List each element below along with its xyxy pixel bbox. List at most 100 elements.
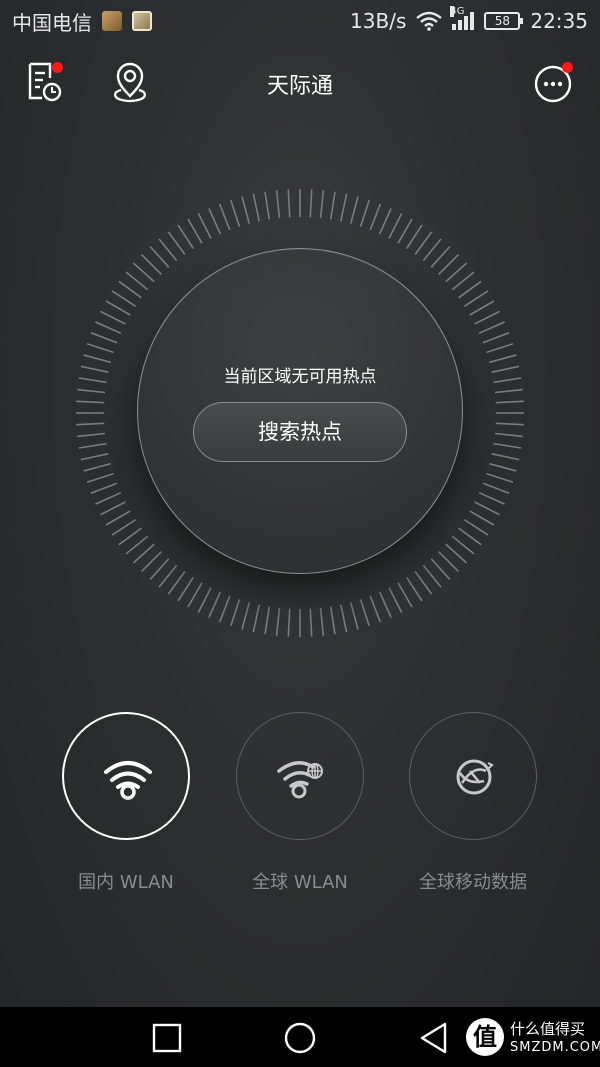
dial-tick [80,365,109,373]
clock: 22:35 [530,9,588,33]
dial-tick [422,238,442,262]
dial-tick [489,354,517,364]
dial-tick [482,482,510,495]
notification-gallery-icon [132,11,152,31]
dial-tick [340,193,348,222]
dial-tick [319,607,325,636]
mode-label-domestic-wlan: 国内 WLAN [78,872,174,893]
dial-tick [388,587,403,613]
battery-level: 58 [494,14,510,28]
dial-tick [218,203,231,231]
dial-tick [414,231,433,255]
network-speed: 13B/s [350,9,407,33]
dial-tick [430,245,451,268]
dial-tick [491,365,520,373]
dial-tick [95,321,122,335]
dial-tick [118,280,142,299]
dial-tick [438,254,459,275]
dial-tick [422,564,442,588]
dial-tick [264,191,271,220]
watermark-line2: SMZDM.COM [510,1040,600,1055]
dial-tick [141,254,162,275]
dial-tick [493,442,522,449]
dial-tick [241,196,251,224]
dial-tick [494,388,523,394]
page-title: 天际通 [266,74,333,99]
dial-tick [100,310,126,325]
dial-tick [445,543,468,564]
globe-data-icon [456,759,494,795]
dial-tick [463,519,489,536]
home-circle-icon[interactable] [283,1021,317,1055]
dial-tick [158,564,178,588]
dial-tick [252,604,260,633]
dial-tick [478,321,505,335]
more-badge [562,62,573,73]
dial-tick [491,453,520,461]
dial-tick [469,300,495,316]
back-triangle-icon[interactable] [417,1021,451,1055]
dial-tick [100,501,126,516]
dial-tick [132,262,155,283]
dial-tick [275,190,281,219]
mode-global-wlan[interactable] [236,712,364,840]
dial-tick [105,300,131,316]
dial-tick [378,591,392,618]
dial-tick [252,193,260,222]
dial-tick [241,602,251,630]
dial-tick [230,599,241,627]
dial-tick [287,189,291,218]
dial-tick [438,551,459,572]
dial-tick [359,599,370,627]
global-wifi-icon [277,761,323,799]
search-hotspot-button[interactable]: 搜索热点 [193,402,407,462]
status-right: 13B/s 4G 58 22:35 [350,6,588,33]
mode-global-mobile-data[interactable] [409,712,537,840]
dial-tick [430,558,451,581]
dial-tick [329,191,336,220]
dial-tick [309,608,313,637]
more-button[interactable] [532,60,576,104]
dial-tick [369,203,382,231]
dial-tick [451,535,475,555]
dial-tick [167,231,186,255]
dial-tick [149,558,170,581]
dial-tick [445,262,468,283]
dial-tick [125,535,149,555]
dial-tick [177,224,194,250]
dial-tick [378,208,392,235]
battery-icon: 58 [484,12,524,30]
dial-tick [86,472,114,483]
dial-tick [80,453,109,461]
dial-tick [132,543,155,564]
status-bar: 中国电信 13B/s 4G 58 22:35 [0,0,600,42]
mode-domestic-wlan[interactable] [62,712,190,840]
dial-tick [158,238,178,262]
dial-tick [105,510,131,526]
dial-tick [83,462,111,472]
dial-tick [397,218,413,244]
dial-tick [349,602,359,630]
dial-tick [218,595,231,623]
cell-signal-icon: 4G [450,6,475,30]
dial-tick [230,199,241,227]
dial-tick [340,604,348,633]
dial-tick [493,377,522,384]
recent-apps-square-icon[interactable] [150,1021,184,1055]
watermark-line1: 什么值得买 [510,1020,586,1038]
dial-tick [287,608,291,637]
dial-tick [482,331,510,344]
dial-tick [474,501,500,516]
app-screen: 中国电信 13B/s 4G 58 22:35 天际通 当前区域无可用热点 搜索热… [0,0,600,1067]
status-left: 中国电信 [12,7,152,36]
dial-tick [478,491,505,505]
dial-tick [77,388,106,394]
dial-tick [451,271,475,291]
dial-tick [76,422,105,426]
dial-tick [458,280,482,299]
dial-tick [208,208,222,235]
dial-tick [495,422,524,426]
dial-tick [187,218,203,244]
dial-tick [90,482,118,495]
dial-tick [489,462,517,472]
